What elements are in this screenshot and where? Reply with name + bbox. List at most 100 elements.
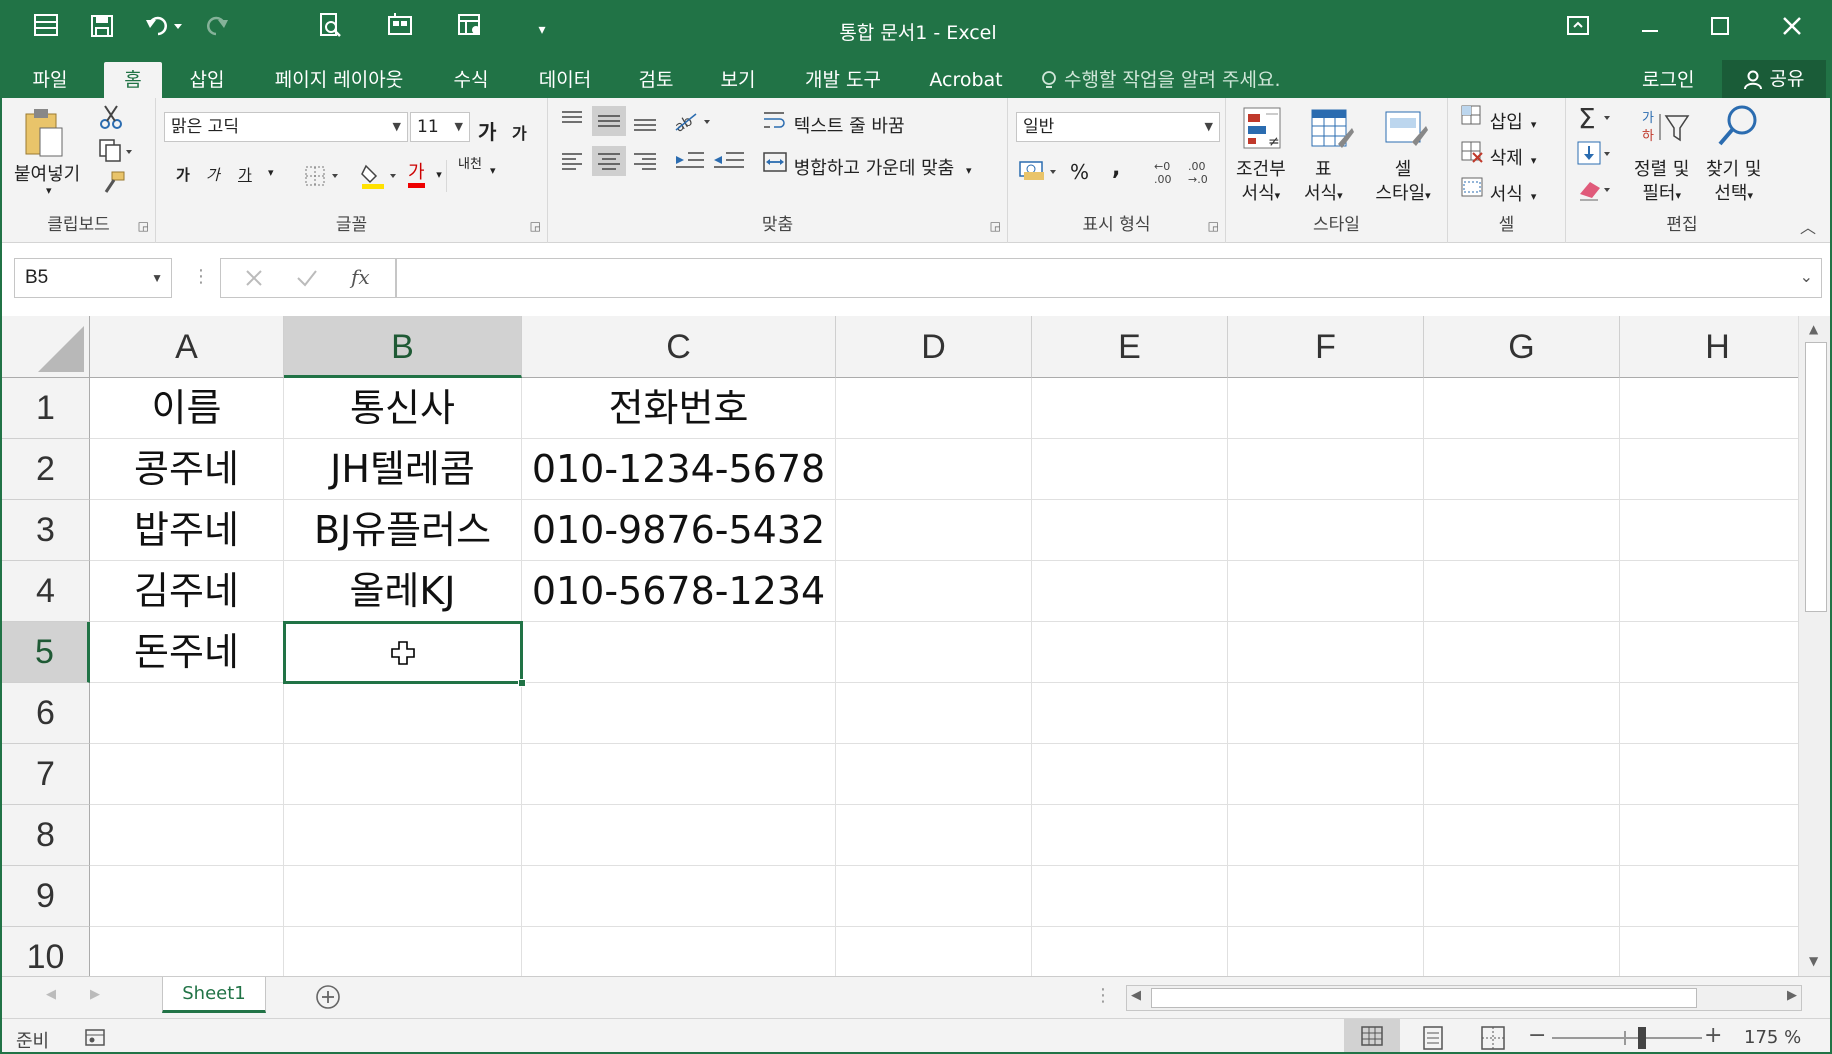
cell-h2[interactable]	[1620, 439, 1798, 500]
grow-font-button[interactable]: 가	[478, 116, 496, 145]
cell-a5[interactable]: 돈주네	[90, 622, 284, 683]
cell-a9[interactable]	[90, 866, 284, 927]
collapse-ribbon-icon[interactable]: ︿	[1800, 214, 1816, 238]
cell-g4[interactable]	[1424, 561, 1620, 622]
cell-f9[interactable]	[1228, 866, 1424, 927]
row-header-4[interactable]: 4	[2, 561, 90, 622]
cell-b1[interactable]: 통신사	[284, 378, 522, 439]
cell-a8[interactable]	[90, 805, 284, 866]
cell-h3[interactable]	[1620, 500, 1798, 561]
underline-dropdown-icon[interactable]: ▾	[268, 166, 274, 179]
cell-f8[interactable]	[1228, 805, 1424, 866]
maximize-button[interactable]	[1690, 8, 1750, 52]
cell-d7[interactable]	[836, 744, 1032, 805]
expand-formula-bar-icon[interactable]: ⌄	[1800, 267, 1813, 286]
cell-e8[interactable]	[1032, 805, 1228, 866]
zoom-slider-track[interactable]	[1552, 1037, 1702, 1039]
cell-g7[interactable]	[1424, 744, 1620, 805]
cell-d4[interactable]	[836, 561, 1032, 622]
column-header-h[interactable]: H	[1620, 316, 1798, 378]
cell-f6[interactable]	[1228, 683, 1424, 744]
row-header-8[interactable]: 8	[2, 805, 90, 866]
align-top-icon[interactable]	[558, 106, 662, 141]
cell-d5[interactable]	[836, 622, 1032, 683]
tab-insert[interactable]: 삽입	[174, 62, 240, 98]
row-header-1[interactable]: 1	[2, 378, 90, 439]
tab-acrobat[interactable]: Acrobat	[916, 62, 1016, 98]
find-select-icon[interactable]	[1714, 102, 1762, 155]
tab-split-grip-icon[interactable]: ⋮	[1094, 985, 1112, 1006]
cell-a7[interactable]	[90, 744, 284, 805]
cell-b10[interactable]	[284, 927, 522, 976]
cell-g9[interactable]	[1424, 866, 1620, 927]
paste-dropdown-icon[interactable]: ▾	[46, 184, 52, 197]
cell-f1[interactable]	[1228, 378, 1424, 439]
cell-f7[interactable]	[1228, 744, 1424, 805]
cell-h1[interactable]	[1620, 378, 1798, 439]
name-box-dropdown-icon[interactable]: ▼	[151, 259, 163, 297]
borders-icon[interactable]	[304, 164, 342, 193]
row-header-3[interactable]: 3	[2, 500, 90, 561]
row-header-5[interactable]: 5	[2, 622, 90, 683]
enter-icon[interactable]	[295, 265, 319, 295]
tab-file[interactable]: 파일	[16, 62, 84, 98]
align-left-icon[interactable]	[558, 146, 662, 181]
sheet-scroll-left-icon[interactable]: ◀	[46, 987, 56, 1002]
sheet-scroll-right-icon[interactable]: ▶	[90, 987, 100, 1002]
cell-h8[interactable]	[1620, 805, 1798, 866]
fill-icon[interactable]	[1576, 140, 1618, 173]
format-painter-icon[interactable]	[100, 170, 126, 201]
horizontal-scrollbar[interactable]: ◀ ▶	[1126, 985, 1802, 1011]
sort-filter-button[interactable]: 정렬 및 필터▾	[1634, 158, 1689, 208]
cell-g6[interactable]	[1424, 683, 1620, 744]
cell-h6[interactable]	[1620, 683, 1798, 744]
orientation-icon[interactable]: ab	[672, 108, 716, 139]
cell-a2[interactable]: 콩주네	[90, 439, 284, 500]
column-header-b[interactable]: B	[284, 316, 522, 378]
row-header-9[interactable]: 9	[2, 866, 90, 927]
row-header-10[interactable]: 10	[2, 927, 90, 976]
conditional-formatting-icon[interactable]: ≠	[1240, 104, 1290, 159]
cell-f3[interactable]	[1228, 500, 1424, 561]
cell-e6[interactable]	[1032, 683, 1228, 744]
cell-b8[interactable]	[284, 805, 522, 866]
cell-e5[interactable]	[1032, 622, 1228, 683]
cell-d6[interactable]	[836, 683, 1032, 744]
cell-a10[interactable]	[90, 927, 284, 976]
name-box[interactable]: B5 ▼	[14, 258, 172, 298]
cell-h7[interactable]	[1620, 744, 1798, 805]
cell-f2[interactable]	[1228, 439, 1424, 500]
column-header-g[interactable]: G	[1424, 316, 1620, 378]
cell-g3[interactable]	[1424, 500, 1620, 561]
tab-review[interactable]: 검토	[622, 62, 690, 98]
cell-b3[interactable]: BJ유플러스	[284, 500, 522, 561]
cell-h9[interactable]	[1620, 866, 1798, 927]
cell-b6[interactable]	[284, 683, 522, 744]
cell-styles-button[interactable]: 셀 스타일▾	[1366, 158, 1440, 208]
vertical-scrollbar[interactable]: ▲ ▼	[1798, 316, 1830, 976]
zoom-in-button[interactable]: +	[1704, 1023, 1722, 1048]
font-size-combo[interactable]: 11 ▼	[410, 112, 470, 142]
number-format-combo[interactable]: 일반 ▼	[1016, 112, 1220, 142]
cell-c2[interactable]: 010-1234-5678	[522, 439, 836, 500]
font-name-combo[interactable]: 맑은 고딕 ▼	[164, 112, 408, 142]
shrink-font-button[interactable]: 가	[512, 120, 527, 144]
cell-f4[interactable]	[1228, 561, 1424, 622]
cell-g8[interactable]	[1424, 805, 1620, 866]
column-header-a[interactable]: A	[90, 316, 284, 378]
autosum-icon[interactable]: Σ	[1576, 102, 1618, 137]
find-select-button[interactable]: 찾기 및 선택▾	[1706, 158, 1761, 208]
cell-h4[interactable]	[1620, 561, 1798, 622]
zoom-level[interactable]: 175 %	[1744, 1027, 1801, 1048]
cell-d1[interactable]	[836, 378, 1032, 439]
font-launcher-icon[interactable]: ◲	[530, 219, 541, 233]
tab-developer[interactable]: 개발 도구	[790, 62, 896, 98]
sheet-tab-sheet1[interactable]: Sheet1	[162, 977, 266, 1013]
cell-c7[interactable]	[522, 744, 836, 805]
row-header-6[interactable]: 6	[2, 683, 90, 744]
sort-filter-icon[interactable]: 가하	[1640, 106, 1692, 155]
column-header-c[interactable]: C	[522, 316, 836, 378]
cell-e3[interactable]	[1032, 500, 1228, 561]
row-header-7[interactable]: 7	[2, 744, 90, 805]
font-color-icon[interactable]: 가 ▾	[408, 158, 442, 188]
